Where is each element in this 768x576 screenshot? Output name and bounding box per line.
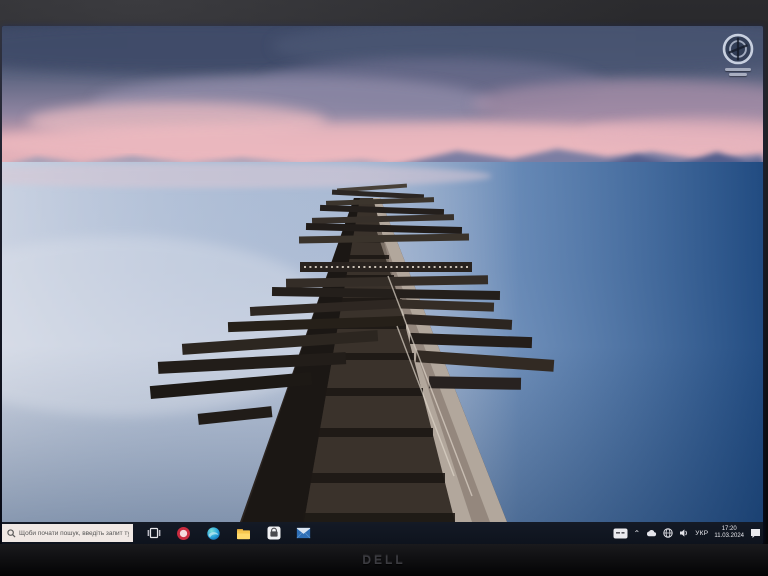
round-emblem-icon — [721, 32, 755, 66]
store-button[interactable] — [265, 525, 282, 542]
onedrive-tray[interactable] — [646, 529, 657, 537]
clouds — [2, 26, 763, 166]
monitor-bezel: DELL — [0, 544, 768, 576]
action-center[interactable] — [750, 528, 761, 539]
tray-clock[interactable]: 17:20 11.03.2024 — [714, 526, 744, 540]
store-icon — [267, 526, 281, 540]
tray-time: 17:20 — [722, 526, 737, 533]
taskbar-search[interactable] — [2, 524, 133, 542]
language-indicator[interactable]: УКР — [695, 530, 708, 537]
search-input[interactable] — [19, 530, 129, 537]
task-view-button[interactable] — [145, 525, 162, 542]
dell-logo: DELL — [362, 553, 405, 567]
action-center-icon — [750, 528, 761, 539]
monitor-photo: ⌃ — [0, 0, 768, 576]
magnifier-icon — [7, 529, 16, 538]
volume-tray[interactable] — [679, 528, 689, 538]
network-tray[interactable] — [663, 528, 673, 538]
edge-browser-button[interactable] — [205, 525, 222, 542]
shortcut-label-line — [725, 68, 751, 71]
wallpaper-scene — [2, 26, 763, 522]
taskbar-app-icons — [145, 525, 312, 542]
opera-browser-button[interactable] — [175, 525, 192, 542]
mail-icon — [296, 527, 311, 539]
system-tray: ⌃ — [613, 526, 763, 540]
tray-date: 11.03.2024 — [714, 533, 744, 540]
file-explorer-icon — [236, 527, 251, 540]
hidden-icons-chevron[interactable]: ⌃ — [634, 530, 641, 538]
cloud-icon — [646, 529, 657, 537]
task-view-icon — [147, 526, 161, 540]
opera-browser-icon — [176, 526, 191, 541]
taskbar: ⌃ — [2, 522, 763, 544]
tray-badge-icon — [613, 528, 628, 539]
shortcut-label-line — [729, 73, 747, 76]
tray-app-badge[interactable] — [613, 528, 628, 539]
speaker-icon — [679, 528, 689, 538]
network-globe-icon — [663, 528, 673, 538]
file-explorer-button[interactable] — [235, 525, 252, 542]
mail-button[interactable] — [295, 525, 312, 542]
desktop-screen: ⌃ — [2, 26, 763, 544]
desktop-shortcut[interactable] — [721, 32, 755, 76]
desktop-wallpaper — [2, 26, 763, 522]
edge-browser-icon — [206, 526, 221, 541]
